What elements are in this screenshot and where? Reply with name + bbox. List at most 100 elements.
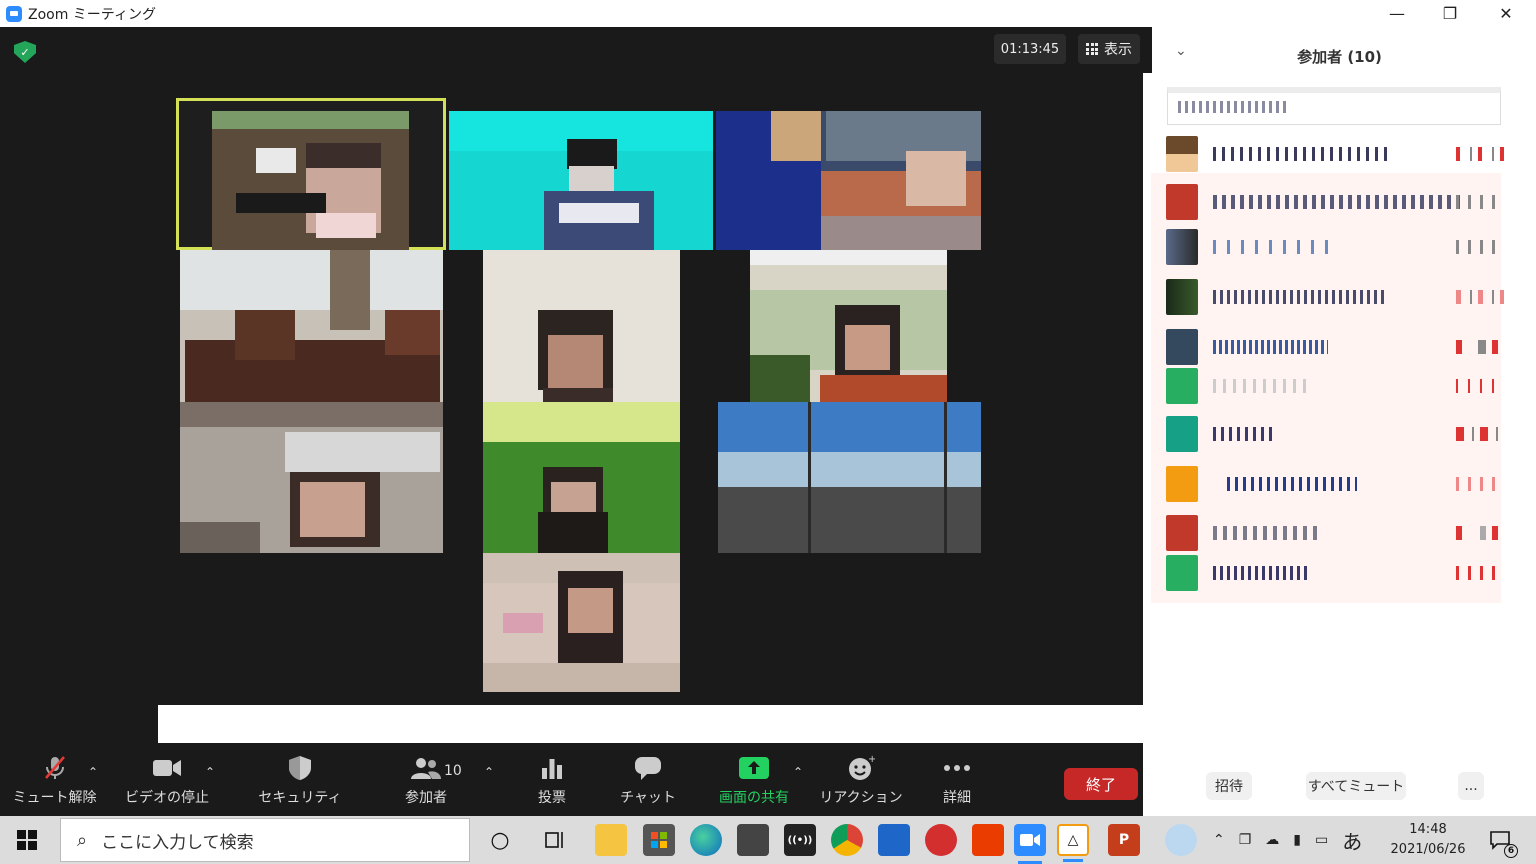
security-button[interactable]: セキュリティ	[258, 743, 342, 816]
chevron-up-icon[interactable]: ⌃	[484, 765, 494, 779]
system-tray: ⌃ ❐ ☁ ▮ ▭ あ	[1213, 816, 1362, 864]
security-app-icon[interactable]	[925, 824, 957, 856]
avatar	[1166, 136, 1198, 172]
cloud-icon[interactable]: ☁	[1265, 832, 1279, 848]
caption-strip	[158, 705, 1143, 743]
app-icon[interactable]	[737, 824, 769, 856]
mic-off-icon	[41, 753, 69, 783]
participant-status-icons	[1456, 427, 1504, 441]
notification-icon[interactable]: 6	[1484, 824, 1518, 858]
participant-name	[1213, 427, 1273, 441]
participant-status-icons	[1456, 379, 1504, 393]
video-tile[interactable]	[176, 98, 446, 250]
participant-row[interactable]	[1151, 223, 1504, 269]
video-tile[interactable]	[483, 250, 680, 402]
end-meeting-button[interactable]: 終了	[1064, 768, 1138, 800]
video-tile[interactable]	[449, 111, 713, 250]
video-tile[interactable]	[180, 250, 443, 402]
participants-count: 10	[444, 763, 462, 779]
weather-icon[interactable]	[1165, 824, 1197, 856]
participant-row[interactable]	[1151, 549, 1504, 595]
polls-button[interactable]: 投票	[530, 743, 574, 816]
emoji-add-icon: +	[847, 753, 875, 783]
video-tile[interactable]	[483, 553, 680, 692]
ime-indicator[interactable]: あ	[1342, 826, 1362, 855]
stop-video-button[interactable]: ビデオの停止	[122, 743, 212, 816]
participant-row[interactable]	[1151, 460, 1504, 506]
meeting-toolbar: ミュート解除 ⌃ ビデオの停止 ⌃ セキュリティ 参加者 10 ⌃ 投票 チャッ…	[0, 743, 1152, 816]
panel-title: 参加者 (10)	[1297, 47, 1382, 66]
reactions-button[interactable]: + リアクション	[819, 743, 902, 816]
participants-button[interactable]: 参加者	[398, 743, 454, 816]
video-tile[interactable]	[718, 402, 981, 553]
network-icon[interactable]: ❐	[1239, 832, 1252, 848]
notification-count: 6	[1504, 844, 1518, 858]
battery-icon[interactable]: ▭	[1315, 832, 1328, 848]
mute-all-button[interactable]: すべてミュート	[1306, 772, 1406, 800]
participant-row[interactable]	[1151, 178, 1504, 224]
edge-icon[interactable]	[690, 824, 722, 856]
minimize-button[interactable]: —	[1374, 0, 1420, 27]
app-icon[interactable]	[878, 824, 910, 856]
restore-button[interactable]: ❐	[1427, 0, 1473, 27]
video-tile[interactable]	[750, 250, 947, 402]
chevron-up-icon[interactable]: ⌃	[205, 765, 215, 779]
reactions-label: リアクション	[819, 789, 903, 806]
avatar	[1166, 368, 1198, 404]
windows-start-icon[interactable]	[17, 830, 37, 850]
bar-chart-icon	[540, 753, 564, 783]
participant-name	[1227, 477, 1357, 491]
participant-name	[1213, 290, 1388, 304]
search-icon: ⌕	[77, 829, 88, 851]
participant-row[interactable]	[1151, 362, 1504, 408]
zoom-app-icon	[6, 5, 22, 22]
broadcast-icon[interactable]: ((•))	[784, 824, 816, 856]
system-clock[interactable]: 14:48 2021/06/26	[1388, 820, 1468, 860]
close-button[interactable]: ✕	[1483, 0, 1529, 27]
file-explorer-icon[interactable]	[595, 824, 627, 856]
video-tile[interactable]	[716, 111, 981, 250]
avatar	[1166, 279, 1198, 315]
invite-button[interactable]: 招待	[1206, 772, 1252, 800]
taskbar-search-placeholder: ここに入力して検索	[101, 832, 254, 853]
mute-button[interactable]: ミュート解除	[12, 743, 97, 816]
store-icon[interactable]	[643, 824, 675, 856]
participant-status-icons	[1456, 477, 1504, 491]
panel-edge	[1143, 27, 1152, 73]
stop-video-label: ビデオの停止	[125, 789, 209, 806]
participant-row[interactable]	[1151, 410, 1504, 456]
participant-row[interactable]	[1151, 130, 1504, 176]
chrome-icon[interactable]	[831, 824, 863, 856]
taskbar: ⌕ ここに入力して検索 ○ ((•)) △ P ⌃ ❐ ☁ ▮ ▭ あ 14:4…	[0, 816, 1536, 864]
avatar	[1166, 555, 1198, 591]
panel-more-button[interactable]: ...	[1458, 772, 1484, 800]
shield-check-icon[interactable]: ✓	[14, 41, 36, 63]
more-button[interactable]: 詳細	[934, 743, 980, 816]
participant-name	[1213, 147, 1393, 161]
grid-icon	[1086, 43, 1098, 55]
view-button[interactable]: 表示	[1078, 34, 1140, 64]
avatar	[1166, 466, 1198, 502]
office-icon[interactable]	[972, 824, 1004, 856]
ellipsis-icon	[943, 753, 971, 783]
cortana-icon[interactable]: ○	[484, 824, 516, 856]
more-label: 詳細	[943, 789, 971, 806]
chat-button[interactable]: チャット	[620, 743, 676, 816]
video-tile[interactable]	[180, 402, 443, 553]
chevron-up-icon[interactable]: ⌃	[88, 765, 98, 779]
zoom-taskbar-icon[interactable]	[1014, 824, 1046, 864]
minimize-icon: —	[1389, 4, 1405, 23]
participant-status-icons	[1456, 566, 1504, 580]
share-screen-button[interactable]: 画面の共有	[712, 743, 796, 816]
video-tile[interactable]	[483, 402, 680, 553]
avatar	[1166, 515, 1198, 551]
microphone-icon[interactable]: ▮	[1293, 832, 1301, 848]
app-icon[interactable]: △	[1057, 824, 1089, 862]
chevron-up-icon[interactable]: ⌃	[1213, 832, 1225, 848]
task-view-icon[interactable]	[540, 824, 572, 856]
powerpoint-icon[interactable]: P	[1108, 824, 1140, 856]
taskbar-search-input[interactable]: ⌕ ここに入力して検索	[60, 818, 470, 862]
chevron-up-icon[interactable]: ⌃	[793, 765, 803, 779]
participant-row[interactable]	[1151, 273, 1504, 319]
participant-search-input[interactable]	[1167, 87, 1501, 125]
